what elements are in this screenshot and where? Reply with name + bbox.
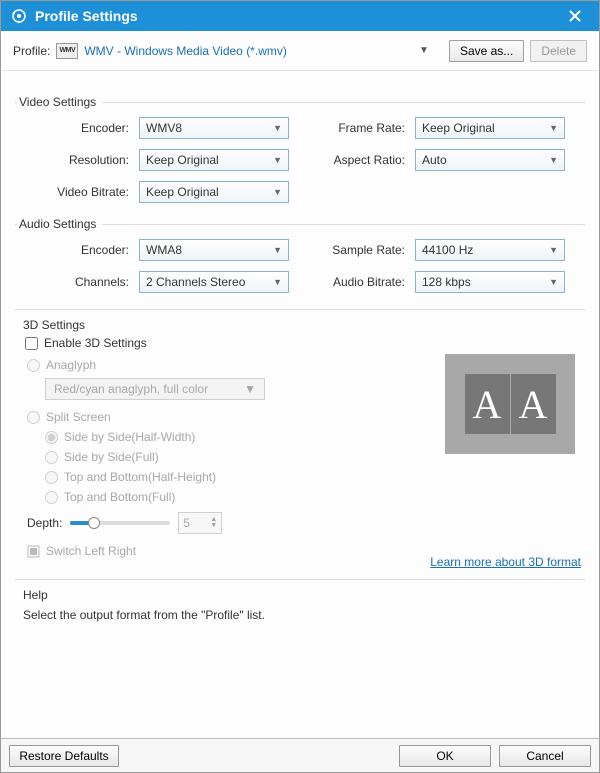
spinner-down-icon: ▼ <box>210 523 217 529</box>
video-framerate-label: Frame Rate: <box>297 121 407 135</box>
chevron-down-icon: ▼ <box>244 382 256 396</box>
restore-defaults-button[interactable]: Restore Defaults <box>9 745 119 767</box>
video-aspect-combo[interactable]: Auto ▼ <box>415 149 565 171</box>
audio-bitrate-value: 128 kbps <box>422 275 471 289</box>
video-aspect-value: Auto <box>422 153 447 167</box>
tab-full-radio <box>45 491 58 504</box>
anaglyph-combo: Red/cyan anaglyph, full color ▼ <box>45 378 265 400</box>
depth-slider <box>70 513 170 533</box>
save-as-button[interactable]: Save as... <box>449 40 524 62</box>
dialog-body: Video Settings Encoder: WMV8 ▼ Frame Rate… <box>1 71 599 738</box>
video-encoder-label: Encoder: <box>21 121 131 135</box>
video-encoder-value: WMV8 <box>146 121 182 135</box>
profile-row: Profile: WMV WMV - Windows Media Video (… <box>1 31 599 71</box>
profile-format-icon: WMV <box>56 43 78 59</box>
audio-channels-value: 2 Channels Stereo <box>146 275 245 289</box>
audio-bitrate-label: Audio Bitrate: <box>297 275 407 289</box>
chevron-down-icon: ▼ <box>549 155 558 165</box>
anaglyph-label: Anaglyph <box>46 358 96 372</box>
video-bitrate-combo[interactable]: Keep Original ▼ <box>139 181 289 203</box>
audio-encoder-value: WMA8 <box>146 243 182 257</box>
close-button[interactable] <box>561 2 589 30</box>
audio-samplerate-value: 44100 Hz <box>422 243 473 257</box>
enable-3d-checkbox[interactable] <box>25 337 38 350</box>
audio-settings-legend: Audio Settings <box>17 217 102 231</box>
split-screen-radio <box>27 411 40 424</box>
preview-right-letter: A <box>511 374 556 434</box>
tab-half-label: Top and Bottom(Half-Height) <box>64 470 216 484</box>
enable-3d-label: Enable 3D Settings <box>44 336 147 350</box>
profile-label: Profile: <box>13 44 50 58</box>
switch-lr-label: Switch Left Right <box>46 544 136 558</box>
anaglyph-radio <box>27 359 40 372</box>
video-aspect-label: Aspect Ratio: <box>297 153 407 167</box>
chevron-down-icon: ▼ <box>549 123 558 133</box>
help-legend: Help <box>23 588 585 602</box>
audio-samplerate-label: Sample Rate: <box>297 243 407 257</box>
video-resolution-value: Keep Original <box>146 153 219 167</box>
chevron-down-icon: ▼ <box>273 245 282 255</box>
tab-half-radio <box>45 471 58 484</box>
app-icon <box>11 8 27 24</box>
chevron-down-icon: ▼ <box>549 277 558 287</box>
dialog-footer: Restore Defaults OK Cancel <box>1 738 599 772</box>
chevron-down-icon: ▼ <box>273 155 282 165</box>
tab-full-label: Top and Bottom(Full) <box>64 490 175 504</box>
depth-value: 5 <box>183 516 190 530</box>
depth-label: Depth: <box>27 516 62 530</box>
cancel-button[interactable]: Cancel <box>499 745 591 767</box>
sbs-half-radio <box>45 431 58 444</box>
titlebar-title: Profile Settings <box>35 8 561 24</box>
delete-button: Delete <box>530 40 587 62</box>
sbs-full-label: Side by Side(Full) <box>64 450 159 464</box>
sbs-half-label: Side by Side(Half-Width) <box>64 430 195 444</box>
audio-channels-label: Channels: <box>21 275 131 289</box>
video-bitrate-label: Video Bitrate: <box>21 185 131 199</box>
audio-settings-group: Audio Settings Encoder: WMA8 ▼ Sample Rat… <box>15 217 585 293</box>
video-bitrate-value: Keep Original <box>146 185 219 199</box>
preview-left-letter: A <box>465 374 510 434</box>
profile-name[interactable]: WMV - Windows Media Video (*.wmv) <box>84 44 413 58</box>
help-group: Help Select the output format from the "… <box>15 579 585 622</box>
depth-spinner: 5 ▲▼ <box>178 512 222 534</box>
help-text: Select the output format from the "Profi… <box>23 608 585 622</box>
video-resolution-combo[interactable]: Keep Original ▼ <box>139 149 289 171</box>
chevron-down-icon: ▼ <box>273 187 282 197</box>
video-encoder-combo[interactable]: WMV8 ▼ <box>139 117 289 139</box>
video-framerate-combo[interactable]: Keep Original ▼ <box>415 117 565 139</box>
video-settings-group: Video Settings Encoder: WMV8 ▼ Frame Rate… <box>15 95 585 203</box>
video-settings-legend: Video Settings <box>17 95 102 109</box>
audio-samplerate-combo[interactable]: 44100 Hz ▼ <box>415 239 565 261</box>
chevron-down-icon: ▼ <box>273 123 282 133</box>
video-framerate-value: Keep Original <box>422 121 495 135</box>
three-d-legend: 3D Settings <box>23 318 395 332</box>
audio-bitrate-combo[interactable]: 128 kbps ▼ <box>415 271 565 293</box>
switch-lr-icon <box>27 545 40 558</box>
titlebar: Profile Settings <box>1 1 599 31</box>
three-d-settings-group: 3D Settings Enable 3D Settings Anaglyph … <box>15 309 585 569</box>
anaglyph-value: Red/cyan anaglyph, full color <box>54 382 208 396</box>
audio-encoder-label: Encoder: <box>21 243 131 257</box>
audio-channels-combo[interactable]: 2 Channels Stereo ▼ <box>139 271 289 293</box>
profile-dropdown-icon[interactable]: ▼ <box>419 45 433 56</box>
learn-more-3d-link[interactable]: Learn more about 3D format <box>430 555 581 569</box>
chevron-down-icon: ▼ <box>273 277 282 287</box>
split-screen-label: Split Screen <box>46 410 111 424</box>
audio-encoder-combo[interactable]: WMA8 ▼ <box>139 239 289 261</box>
three-d-preview: A A <box>445 354 575 454</box>
ok-button[interactable]: OK <box>399 745 491 767</box>
sbs-full-radio <box>45 451 58 464</box>
chevron-down-icon: ▼ <box>549 245 558 255</box>
video-resolution-label: Resolution: <box>21 153 131 167</box>
profile-settings-window: Profile Settings Profile: WMV WMV - Wind… <box>0 0 600 773</box>
